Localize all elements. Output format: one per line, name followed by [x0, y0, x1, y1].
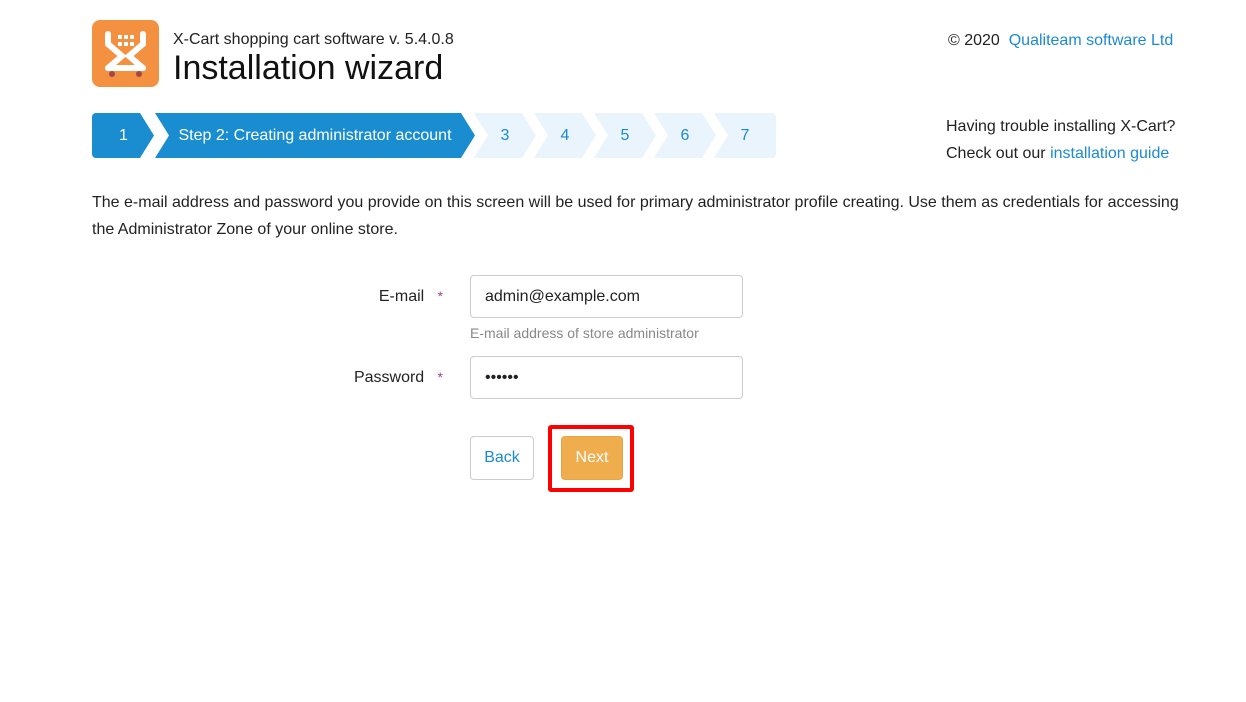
help-box: Having trouble installing X-Cart? Check …	[946, 113, 1175, 167]
email-input[interactable]	[470, 275, 743, 318]
step-label: 3	[500, 126, 510, 144]
step-6: 6	[654, 113, 716, 158]
step-1: 1	[92, 113, 154, 158]
step-label: 5	[620, 126, 630, 144]
required-mark: *	[437, 369, 443, 385]
page-title: Installation wizard	[173, 49, 444, 87]
email-hint: E-mail address of store administrator	[470, 325, 699, 341]
help-text: Having trouble installing X-Cart?	[946, 118, 1176, 135]
step-label: 6	[680, 126, 690, 144]
copyright: © 2020 Qualiteam software Ltd	[948, 32, 1173, 50]
step-label: 1	[119, 126, 128, 144]
step-3: 3	[474, 113, 536, 158]
password-label: Password *	[323, 369, 443, 387]
back-button[interactable]: Back	[470, 436, 534, 480]
email-label-text: E-mail	[378, 288, 425, 305]
next-button[interactable]: Next	[561, 436, 623, 480]
password-input[interactable]	[470, 356, 743, 399]
step-5: 5	[594, 113, 656, 158]
x-cart-logo-icon	[92, 20, 159, 87]
required-mark: *	[437, 288, 443, 304]
step-label: Step 2: Creating administrator account	[178, 126, 452, 144]
step-7: 7	[714, 113, 776, 158]
copyright-text: © 2020	[948, 32, 1000, 49]
installation-guide-link[interactable]: installation guide	[1050, 145, 1169, 162]
password-label-text: Password	[353, 369, 425, 386]
software-version: X-Cart shopping cart software v. 5.4.0.8	[173, 31, 454, 48]
company-link[interactable]: Qualiteam software Ltd	[1009, 32, 1174, 49]
step-label: 7	[740, 126, 750, 144]
step-label: 4	[560, 126, 570, 144]
step-4: 4	[534, 113, 596, 158]
description: The e-mail address and password you prov…	[92, 194, 1179, 238]
email-label: E-mail *	[323, 288, 443, 306]
help-prefix: Check out our	[946, 145, 1046, 162]
step-2-current: Step 2: Creating administrator account	[155, 113, 475, 158]
